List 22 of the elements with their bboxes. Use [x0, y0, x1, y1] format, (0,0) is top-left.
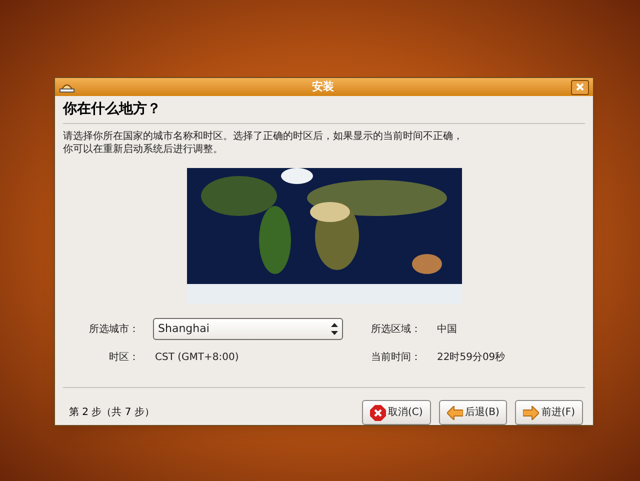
world-map-drawing[interactable]	[186, 168, 462, 304]
window-title: 安装	[311, 78, 335, 95]
description: 请选择你所在国家的城市名称和时区。选择了正确的时区后，如果显示的当前时间不正确，你可以在重新启动系统后进行调整。	[63, 130, 464, 156]
back-button[interactable]: 后退(B)	[438, 400, 508, 425]
cancel-icon	[370, 404, 386, 420]
close-icon	[576, 83, 584, 91]
field-value: CST (GMT+8:00)	[154, 351, 240, 365]
field-label: 所选城市：	[88, 322, 140, 336]
spinner-arrows-icon	[331, 323, 338, 335]
field-label: 时区：	[108, 350, 140, 365]
right-arrow-icon	[523, 406, 540, 420]
step-indicator: 第 2 步（共 7 步）	[69, 406, 156, 420]
page-heading: 你在什么地方？	[63, 100, 162, 119]
forward-button[interactable]: 前进(F)	[515, 400, 583, 425]
field-label: 所选区域：	[370, 322, 422, 336]
close-button[interactable]	[571, 80, 589, 94]
city-dropdown[interactable]: Shanghai	[153, 318, 343, 340]
cancel-button[interactable]: 取消(C)	[362, 400, 431, 425]
field-value: 22时59分09秒	[436, 350, 506, 365]
field-value: 中国	[436, 322, 458, 336]
field-label: 当前时间：	[370, 350, 422, 365]
left-arrow-icon	[446, 406, 463, 420]
